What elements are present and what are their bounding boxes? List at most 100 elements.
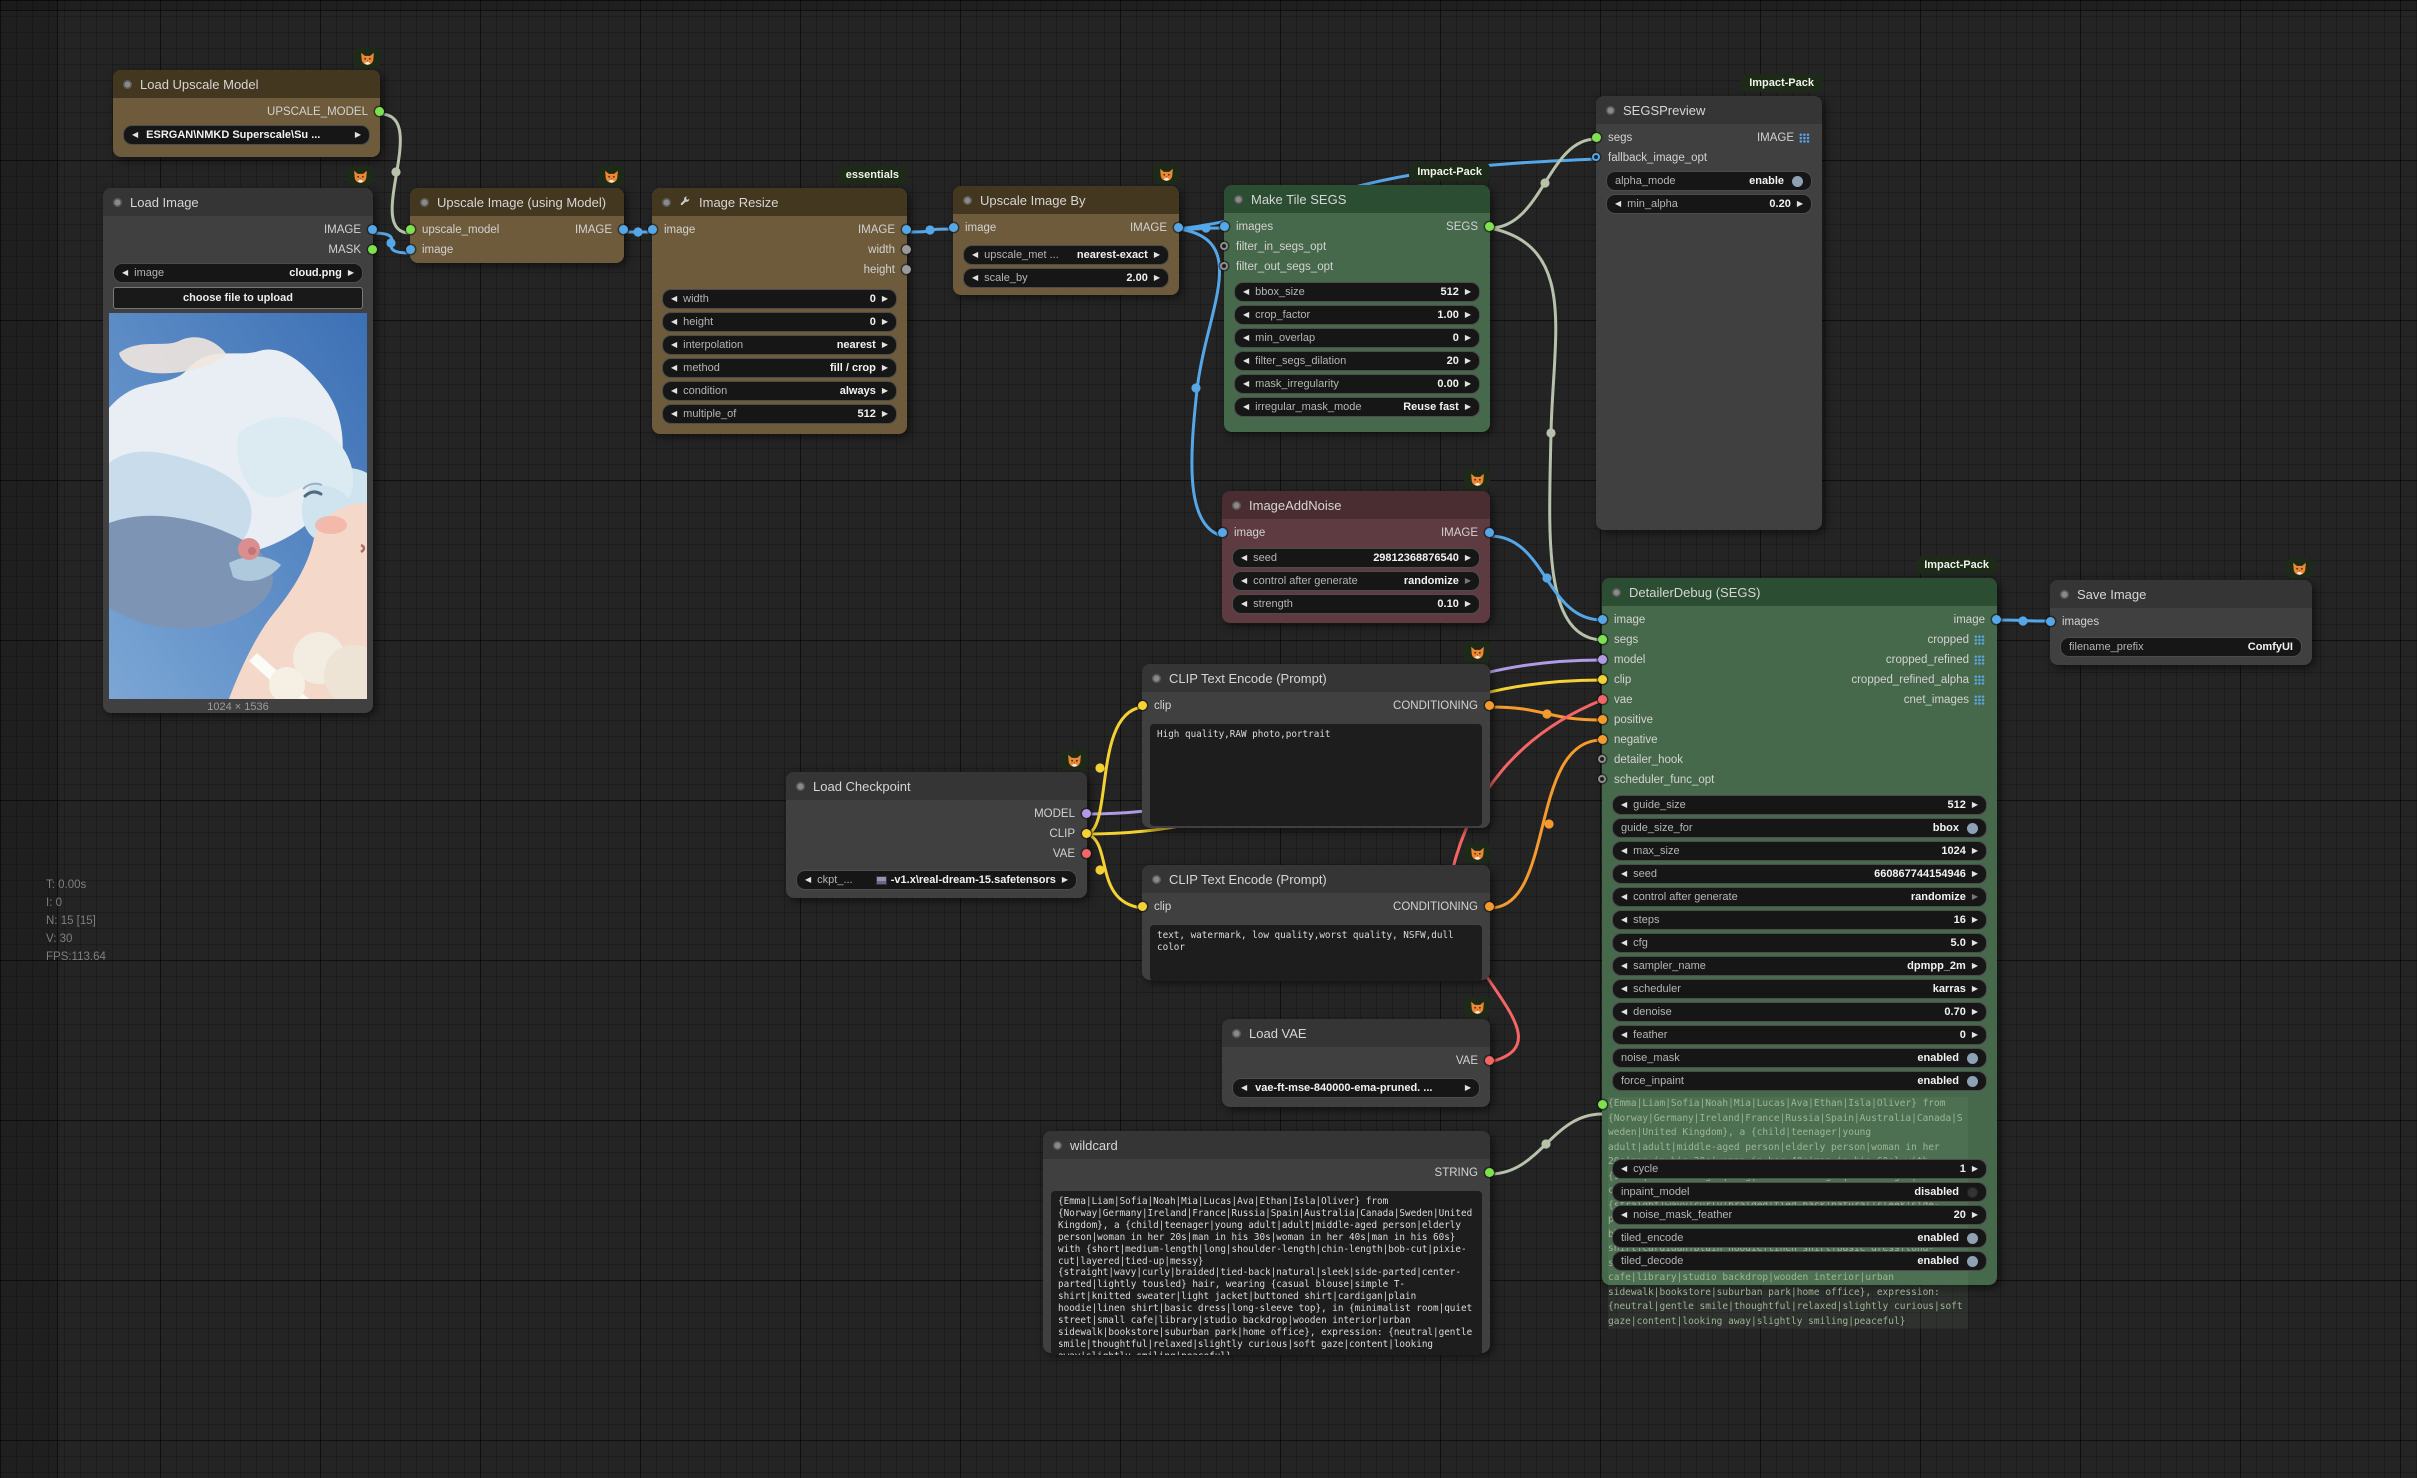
decrement-arrow[interactable]: ◀ bbox=[1243, 380, 1249, 388]
positive-prompt-textarea[interactable]: High quality,RAW photo,portrait bbox=[1150, 724, 1482, 826]
list-output-grid-icon[interactable] bbox=[1974, 655, 1985, 665]
collapse-dot[interactable] bbox=[113, 197, 122, 207]
increment-arrow[interactable]: ▶ bbox=[1465, 554, 1471, 562]
widget-sampler-name[interactable]: ◀ sampler_name dpmpp_2m ▶ bbox=[1612, 956, 1987, 976]
increment-arrow[interactable]: ▶ bbox=[1972, 916, 1978, 924]
width-output-port[interactable] bbox=[902, 245, 911, 254]
clip-input-port[interactable] bbox=[1598, 675, 1607, 684]
widget-guide-size[interactable]: ◀ guide_size 512 ▶ bbox=[1612, 795, 1987, 815]
model-input-port[interactable] bbox=[1598, 655, 1607, 664]
decrement-arrow[interactable]: ◀ bbox=[1621, 916, 1627, 924]
decrement-arrow[interactable]: ◀ bbox=[1243, 357, 1249, 365]
widget-filename-prefix[interactable]: filename_prefix ComfyUI bbox=[2060, 637, 2302, 657]
decrement-arrow[interactable]: ◀ bbox=[1243, 334, 1249, 342]
widget-control-after-generate[interactable]: ◀ control after generate randomize ▶ bbox=[1612, 887, 1987, 907]
wildcard-input-port[interactable] bbox=[1598, 1100, 1607, 1109]
collapse-dot[interactable] bbox=[1152, 874, 1161, 884]
decrement-arrow[interactable]: ◀ bbox=[1621, 847, 1627, 855]
decrement-arrow[interactable]: ◀ bbox=[1621, 962, 1627, 970]
node-load-upscale-model[interactable]: Load Upscale Model UPSCALE_MODEL ◀ ESRGAN\N… bbox=[113, 48, 384, 157]
toggle-dot-guide-size-for[interactable] bbox=[1967, 822, 1978, 834]
detailer-hook-input-port[interactable] bbox=[1598, 755, 1606, 763]
conditioning-output-port[interactable] bbox=[1485, 902, 1494, 911]
collapse-dot[interactable] bbox=[1152, 673, 1161, 683]
widget-upscale-met[interactable]: ◀ upscale_met ... nearest-exact ▶ bbox=[963, 245, 1169, 265]
node-load-image[interactable]: Load Image IMAGE MASK ◀ image cloud.png ▶ choos… bbox=[103, 166, 377, 713]
widget-cfg[interactable]: ◀ cfg 5.0 ▶ bbox=[1612, 933, 1987, 953]
decrement-arrow[interactable]: ◀ bbox=[1243, 311, 1249, 319]
widget-max-size[interactable]: ◀ max_size 1024 ▶ bbox=[1612, 841, 1987, 861]
node-segs-preview[interactable]: Impact-Pack SEGSPreview segs IMAGE fallback_… bbox=[1592, 74, 1822, 530]
node-image-add-noise[interactable]: ImageAddNoise image IMAGE ◀ seed 298123688765… bbox=[1218, 469, 1494, 623]
node-titlebar[interactable]: ImageAddNoise bbox=[1222, 491, 1490, 519]
node-titlebar[interactable]: Save Image bbox=[2050, 580, 2312, 608]
decrement-arrow[interactable]: ◀ bbox=[1621, 939, 1627, 947]
increment-arrow[interactable]: ▶ bbox=[882, 341, 888, 349]
vae-output-port[interactable] bbox=[1082, 849, 1091, 858]
negative-prompt-textarea[interactable]: text, watermark, low quality,worst quali… bbox=[1150, 925, 1482, 981]
widget-image[interactable]: ◀ image cloud.png ▶ bbox=[113, 263, 363, 283]
upscale-model-input-port[interactable] bbox=[406, 225, 415, 234]
collapse-dot[interactable] bbox=[662, 197, 671, 207]
image-output-port[interactable] bbox=[619, 225, 628, 234]
negative-input-port[interactable] bbox=[1598, 735, 1607, 744]
widget-seed[interactable]: ◀ seed 29812368876540 ▶ bbox=[1232, 548, 1480, 568]
toggle-dot-force-inpaint[interactable] bbox=[1967, 1075, 1978, 1087]
decrement-arrow[interactable]: ◀ bbox=[671, 295, 677, 303]
positive-input-port[interactable] bbox=[1598, 715, 1607, 724]
image-output-port[interactable] bbox=[1992, 615, 2001, 624]
toggle-dot-tiled-encode[interactable] bbox=[1967, 1232, 1978, 1244]
collapse-dot[interactable] bbox=[1232, 1028, 1241, 1038]
widget-vae-ft-mse-840000-ema-pruned[interactable]: ◀ vae-ft-mse-840000-ema-pruned. ... ▶ bbox=[1232, 1078, 1480, 1098]
segs-input-port[interactable] bbox=[1598, 635, 1607, 644]
image-input-port[interactable] bbox=[1598, 615, 1607, 624]
node-make-tile-segs[interactable]: Impact-Pack Make Tile SEGS images SEGS filte… bbox=[1220, 163, 1494, 432]
decrement-arrow[interactable]: ◀ bbox=[805, 876, 811, 884]
decrement-arrow[interactable]: ◀ bbox=[1621, 870, 1627, 878]
widget-ckpt[interactable]: ◀ ckpt_... -v1.x\real-dream-15.safetensors… bbox=[796, 870, 1077, 890]
clip-input-port[interactable] bbox=[1138, 902, 1147, 911]
widget-noise-mask-feather[interactable]: ◀ noise_mask_feather 20 ▶ bbox=[1612, 1205, 1987, 1225]
decrement-arrow[interactable]: ◀ bbox=[671, 364, 677, 372]
node-clip-text-encode-negative[interactable]: CLIP Text Encode (Prompt) clip CONDITIONIN… bbox=[1138, 843, 1494, 981]
image-output-port[interactable] bbox=[1174, 223, 1183, 232]
graph-canvas[interactable]: T: 0.00s I: 0 N: 15 [15] V: 30 FPS:113.64 Lo… bbox=[0, 0, 2417, 1478]
node-titlebar[interactable]: Load Image bbox=[103, 188, 373, 216]
increment-arrow[interactable]: ▶ bbox=[882, 318, 888, 326]
widget-scale-by[interactable]: ◀ scale_by 2.00 ▶ bbox=[963, 268, 1169, 288]
increment-arrow[interactable]: ▶ bbox=[1972, 1211, 1978, 1219]
toggle-dot-tiled-decode[interactable] bbox=[1967, 1255, 1978, 1267]
increment-arrow[interactable]: ▶ bbox=[1972, 1165, 1978, 1173]
widget-condition[interactable]: ◀ condition always ▶ bbox=[662, 381, 897, 401]
widget-interpolation[interactable]: ◀ interpolation nearest ▶ bbox=[662, 335, 897, 355]
decrement-arrow[interactable]: ◀ bbox=[671, 341, 677, 349]
widget-inpaint-model[interactable]: inpaint_model disabled bbox=[1612, 1182, 1987, 1202]
image-input-port[interactable] bbox=[1218, 528, 1227, 537]
increment-arrow[interactable]: ▶ bbox=[1972, 939, 1978, 947]
widget-guide-size-for[interactable]: guide_size_for bbox bbox=[1612, 818, 1987, 838]
decrement-arrow[interactable]: ◀ bbox=[972, 251, 978, 259]
toggle-dot-inpaint-model[interactable] bbox=[1967, 1186, 1978, 1198]
collapse-dot[interactable] bbox=[420, 197, 429, 207]
segs-output-port[interactable] bbox=[1485, 222, 1494, 231]
vae-input-port[interactable] bbox=[1598, 695, 1607, 704]
decrement-arrow[interactable]: ◀ bbox=[1243, 403, 1249, 411]
node-image-resize[interactable]: essentials Image Resize image IMAGE width hei… bbox=[648, 166, 911, 434]
increment-arrow[interactable]: ▶ bbox=[1797, 200, 1803, 208]
widget-bbox-size[interactable]: ◀ bbox_size 512 ▶ bbox=[1234, 282, 1480, 302]
node-titlebar[interactable]: Image Resize bbox=[652, 188, 907, 216]
increment-arrow[interactable]: ▶ bbox=[1465, 311, 1471, 319]
node-clip-text-encode-positive[interactable]: CLIP Text Encode (Prompt) clip CONDITIONIN… bbox=[1138, 642, 1494, 828]
decrement-arrow[interactable]: ◀ bbox=[1243, 288, 1249, 296]
increment-arrow[interactable]: ▶ bbox=[1465, 1084, 1471, 1092]
collapse-dot[interactable] bbox=[796, 781, 805, 791]
widget-height[interactable]: ◀ height 0 ▶ bbox=[662, 312, 897, 332]
increment-arrow[interactable]: ▶ bbox=[882, 387, 888, 395]
node-titlebar[interactable]: Load VAE bbox=[1222, 1019, 1490, 1047]
widget-scheduler[interactable]: ◀ scheduler karras ▶ bbox=[1612, 979, 1987, 999]
node-titlebar[interactable]: Make Tile SEGS bbox=[1224, 185, 1490, 213]
increment-arrow[interactable]: ▶ bbox=[1972, 801, 1978, 809]
node-titlebar[interactable]: Upscale Image (using Model) bbox=[410, 188, 624, 216]
widget-strength[interactable]: ◀ strength 0.10 ▶ bbox=[1232, 594, 1480, 614]
increment-arrow[interactable]: ▶ bbox=[1465, 600, 1471, 608]
